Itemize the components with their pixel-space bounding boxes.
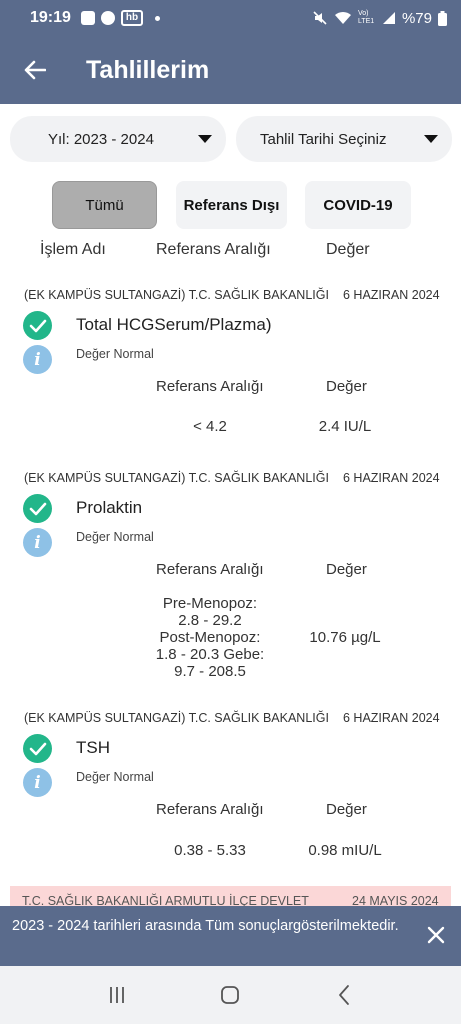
close-button[interactable]: [425, 924, 447, 946]
signal-icon: [382, 12, 395, 24]
result-status: Değer Normal: [76, 770, 154, 784]
result-date: 6 HAZIRAN 2024: [343, 288, 440, 302]
snackbar-message: 2023 - 2024 tarihleri arasında Tüm sonuç…: [12, 918, 399, 934]
back-button[interactable]: [0, 36, 70, 104]
test-name: Total HCGSerum/Plazma): [76, 315, 272, 334]
institution-name: T.C. SAĞLIK BAKANLIĞI ARMUTLU İLÇE DEVLE…: [22, 894, 309, 906]
test-name: TSH: [76, 738, 110, 757]
status-bar: 19:19 hb Vo) LTE1 %79: [0, 0, 461, 36]
date-dropdown-label: Tahlil Tarihi Seçiniz: [260, 130, 387, 148]
system-nav-bar: [0, 966, 461, 1024]
battery-text: %79: [401, 9, 432, 27]
reference-line: Pre-Menopoz:: [162, 595, 258, 612]
reference-line: 9.7 - 208.5: [174, 663, 246, 680]
reference-range: 0.38 - 5.33: [174, 842, 246, 859]
tab-all[interactable]: Tümü: [52, 181, 157, 229]
info-icon[interactable]: i: [23, 345, 52, 374]
result-value: 2.4 IU/L: [318, 418, 372, 435]
chevron-left-icon: [339, 985, 350, 1005]
value-label: Değer: [326, 378, 367, 395]
info-icon[interactable]: i: [23, 528, 52, 557]
reference-line: 2.8 - 29.2: [178, 612, 242, 629]
reference-label: Referans Aralığı: [156, 561, 264, 578]
volte-icon: Vo) LTE1: [357, 10, 375, 25]
result-date: 6 HAZIRAN 2024: [343, 471, 440, 485]
institution-name: (EK KAMPÜS SULTANGAZİ) T.C. SAĞLIK BAKAN…: [24, 711, 329, 725]
tab-covid19[interactable]: COVID-19: [305, 181, 411, 229]
result-value: 0.98 mIU/L: [308, 842, 382, 859]
close-icon: [427, 926, 445, 944]
value-label: Değer: [326, 801, 367, 818]
recent-apps-button[interactable]: [97, 975, 137, 1015]
page-title: Tahlillerim: [86, 55, 210, 84]
out-of-range-card[interactable]: T.C. SAĞLIK BAKANLIĞI ARMUTLU İLÇE DEVLE…: [10, 886, 451, 906]
info-icon[interactable]: i: [23, 768, 52, 797]
home-button[interactable]: [210, 975, 250, 1015]
back-nav-button[interactable]: [324, 975, 364, 1015]
battery-icon: [438, 10, 447, 26]
test-name: Prolaktin: [76, 498, 143, 517]
reference-line: Post-Menopoz:: [159, 629, 261, 646]
hb-icon: hb: [120, 10, 144, 26]
column-header-name: İşlem Adı: [40, 241, 106, 258]
wifi-icon: [334, 11, 351, 24]
tab-out-of-reference[interactable]: Referans Dışı: [176, 181, 287, 229]
column-header-reference: Referans Aralığı: [156, 241, 271, 258]
result-status: Değer Normal: [76, 347, 154, 361]
reference-label: Referans Aralığı: [156, 378, 264, 395]
caret-down-icon: [198, 135, 212, 143]
reference-range: < 4.2: [193, 418, 227, 435]
check-icon: [23, 311, 52, 340]
snackbar: 2023 - 2024 tarihleri arasında Tüm sonuç…: [0, 906, 461, 966]
institution-name: (EK KAMPÜS SULTANGAZİ) T.C. SAĞLIK BAKAN…: [24, 288, 329, 302]
column-header-value: Değer: [326, 241, 370, 258]
status-time: 19:19: [30, 9, 71, 26]
result-status: Değer Normal: [76, 530, 154, 544]
arrow-left-icon: [24, 60, 46, 80]
year-dropdown-label: Yıl: 2023 - 2024: [48, 130, 154, 148]
year-dropdown[interactable]: Yıl: 2023 - 2024: [10, 116, 226, 162]
chat-icon: [100, 11, 115, 25]
institution-name: (EK KAMPÜS SULTANGAZİ) T.C. SAĞLIK BAKAN…: [24, 471, 329, 485]
cube-icon: [80, 11, 95, 25]
recent-apps-icon: [109, 987, 124, 1003]
reference-label: Referans Aralığı: [156, 801, 264, 818]
value-label: Değer: [326, 561, 367, 578]
caret-down-icon: [424, 135, 438, 143]
app-bar: Tahlillerim: [0, 36, 461, 104]
result-date: 24 MAYIS 2024: [352, 894, 439, 906]
date-dropdown[interactable]: Tahlil Tarihi Seçiniz: [236, 116, 452, 162]
result-date: 6 HAZIRAN 2024: [343, 711, 440, 725]
check-icon: [23, 494, 52, 523]
reference-line: 1.8 - 20.3 Gebe:: [155, 646, 265, 663]
home-icon: [221, 986, 240, 1004]
check-icon: [23, 734, 52, 763]
dot-icon: [155, 15, 161, 21]
result-value: 10.76 µg/L: [309, 629, 381, 646]
mute-icon: [313, 11, 327, 25]
reference-range: Pre-Menopoz: 2.8 - 29.2 Post-Menopoz: 1.…: [148, 595, 272, 680]
